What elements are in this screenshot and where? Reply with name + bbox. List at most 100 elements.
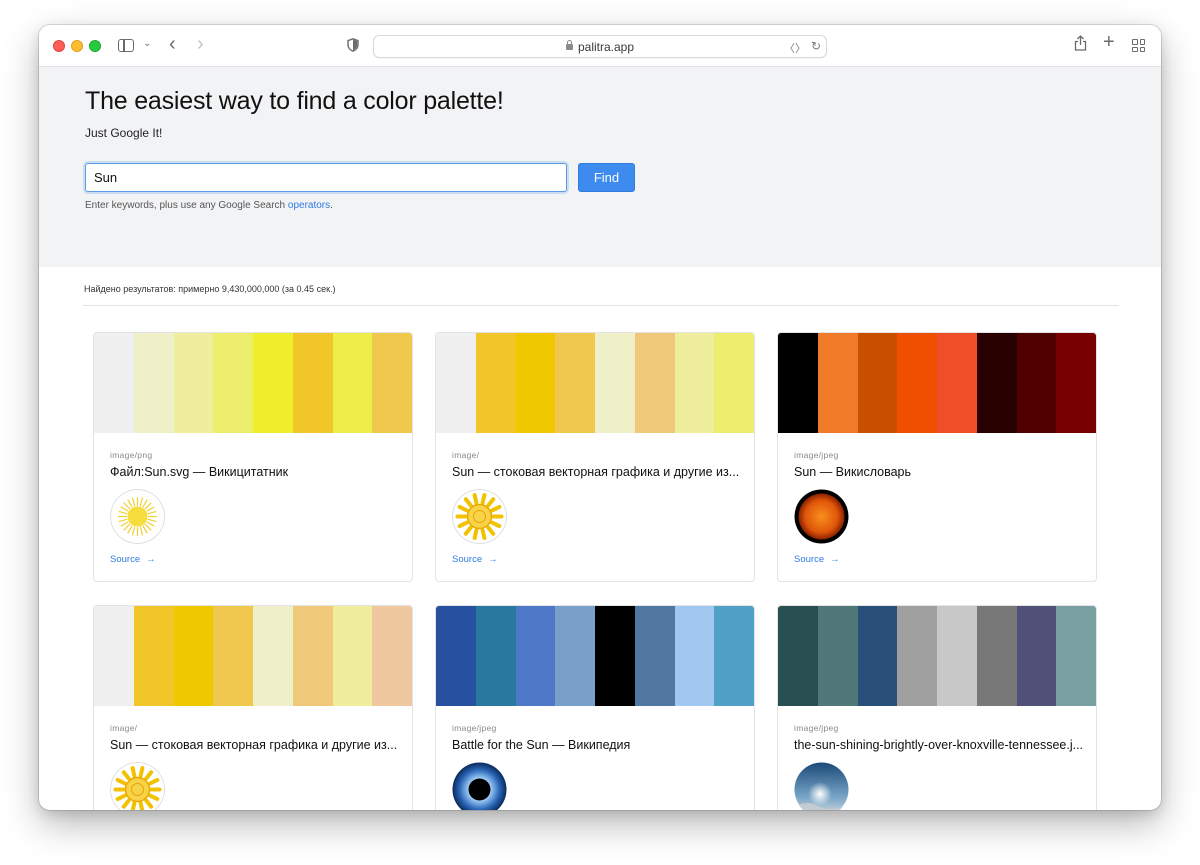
color-swatch[interactable] (332, 606, 373, 706)
color-swatch[interactable] (555, 333, 595, 433)
palette-card[interactable]: image/jpeg the-sun-shining-brightly-over-… (777, 605, 1097, 810)
color-swatch[interactable] (475, 606, 516, 706)
color-swatch[interactable] (372, 333, 412, 433)
color-swatch[interactable] (515, 606, 556, 706)
color-swatch[interactable] (253, 606, 293, 706)
privacy-shield-icon[interactable] (347, 38, 359, 52)
source-link[interactable]: Source → (110, 554, 156, 565)
palette-card[interactable]: image/Sun — стоковая векторная графика и… (435, 332, 755, 582)
color-swatch[interactable] (475, 333, 516, 433)
color-swatch[interactable] (436, 606, 476, 706)
minimize-window-button[interactable] (71, 40, 83, 52)
hero-section: The easiest way to find a color palette!… (39, 67, 1161, 267)
color-swatch[interactable] (555, 606, 595, 706)
page-subtitle: Just Google It! (85, 126, 163, 140)
zoom-window-button[interactable] (89, 40, 101, 52)
address-bar[interactable]: palitra.app 〈〉 ↻ (373, 35, 827, 58)
mime-type: image/ (110, 723, 138, 733)
color-swatch[interactable] (94, 333, 134, 433)
palette-card[interactable]: image/jpeg Battle for the Sun — Википедия… (435, 605, 755, 810)
color-swatch[interactable] (714, 606, 754, 706)
sun-sketch-thumbnail[interactable] (110, 762, 165, 810)
color-swatch[interactable] (1016, 606, 1057, 706)
color-swatch[interactable] (515, 333, 556, 433)
sun-sketch-thumbnail[interactable] (452, 489, 507, 544)
color-swatch[interactable] (1056, 333, 1096, 433)
sidebar-toggle-icon[interactable] (118, 39, 134, 52)
color-swatch[interactable] (292, 333, 333, 433)
browser-toolbar: ⌄ ‹ › palitra.app 〈〉 ↻ + (39, 25, 1161, 67)
palette-swatches (94, 333, 412, 433)
chevron-down-icon[interactable]: ⌄ (143, 38, 151, 49)
palette-card[interactable]: image/png Файл:Sun.svg — Викицитатник Sour… (93, 332, 413, 582)
card-title: Sun — стоковая векторная графика и други… (452, 465, 740, 479)
translate-icon[interactable]: 〈〉 (784, 40, 806, 56)
color-swatch[interactable] (133, 333, 174, 433)
color-swatch[interactable] (817, 333, 858, 433)
color-swatch[interactable] (133, 606, 174, 706)
card-title: Sun — стоковая векторная графика и други… (110, 738, 398, 752)
color-swatch[interactable] (778, 333, 818, 433)
color-swatch[interactable] (897, 606, 937, 706)
color-swatch[interactable] (674, 333, 715, 433)
card-title: Файл:Sun.svg — Викицитатник (110, 465, 289, 479)
close-window-button[interactable] (53, 40, 65, 52)
color-swatch[interactable] (1056, 606, 1096, 706)
color-swatch[interactable] (94, 606, 134, 706)
palette-card[interactable]: image/jpeg Sun — Викисловарь Source → (777, 332, 1097, 582)
card-title: Battle for the Sun — Википедия (452, 738, 631, 752)
results-count: Найдено результатов: примерно 9,430,000,… (84, 284, 336, 294)
share-icon[interactable] (1074, 35, 1087, 55)
color-swatch[interactable] (634, 606, 675, 706)
mime-type: image/png (110, 450, 153, 460)
color-swatch[interactable] (595, 333, 635, 433)
color-swatch[interactable] (857, 333, 898, 433)
reload-icon[interactable]: ↻ (811, 39, 821, 53)
color-swatch[interactable] (372, 606, 412, 706)
card-title: the-sun-shining-brightly-over-knoxville-… (794, 738, 1084, 752)
color-swatch[interactable] (253, 333, 293, 433)
color-swatch[interactable] (976, 606, 1017, 706)
color-swatch[interactable] (817, 606, 858, 706)
lock-icon (565, 40, 573, 50)
source-link[interactable]: Source → (794, 554, 840, 565)
color-swatch[interactable] (937, 606, 977, 706)
color-swatch[interactable] (674, 606, 715, 706)
color-swatch[interactable] (937, 333, 977, 433)
palette-swatches (778, 606, 1096, 706)
mime-type: image/jpeg (794, 723, 839, 733)
hint-text: Enter keywords, plus use any Google Sear… (85, 200, 288, 211)
search-input[interactable] (85, 163, 567, 192)
eclipse-eye-thumbnail[interactable] (452, 762, 507, 810)
color-swatch[interactable] (292, 606, 333, 706)
tab-overview-icon[interactable] (1132, 39, 1145, 52)
color-swatch[interactable] (213, 606, 253, 706)
color-swatch[interactable] (332, 333, 373, 433)
back-arrow-icon[interactable]: ‹ (169, 33, 176, 56)
color-swatch[interactable] (897, 333, 937, 433)
color-swatch[interactable] (213, 333, 253, 433)
mime-type: image/jpeg (794, 450, 839, 460)
color-swatch[interactable] (778, 606, 818, 706)
sky-sun-thumbnail[interactable] (794, 762, 849, 810)
operators-link[interactable]: operators (288, 200, 330, 211)
mime-type: image/jpeg (452, 723, 497, 733)
forward-arrow-icon[interactable]: › (197, 33, 204, 56)
palette-swatches (436, 606, 754, 706)
sun-photo-thumbnail[interactable] (794, 489, 849, 544)
sun-drawing-thumbnail[interactable] (110, 489, 165, 544)
color-swatch[interactable] (436, 333, 476, 433)
color-swatch[interactable] (595, 606, 635, 706)
color-swatch[interactable] (1016, 333, 1057, 433)
color-swatch[interactable] (857, 606, 898, 706)
address-url: palitra.app (577, 40, 635, 54)
color-swatch[interactable] (173, 606, 214, 706)
palette-card[interactable]: image/Sun — стоковая векторная графика и… (93, 605, 413, 810)
find-button[interactable]: Find (578, 163, 635, 192)
color-swatch[interactable] (976, 333, 1017, 433)
color-swatch[interactable] (173, 333, 214, 433)
color-swatch[interactable] (714, 333, 754, 433)
color-swatch[interactable] (634, 333, 675, 433)
new-tab-icon[interactable]: + (1103, 31, 1115, 54)
source-link[interactable]: Source → (452, 554, 498, 565)
